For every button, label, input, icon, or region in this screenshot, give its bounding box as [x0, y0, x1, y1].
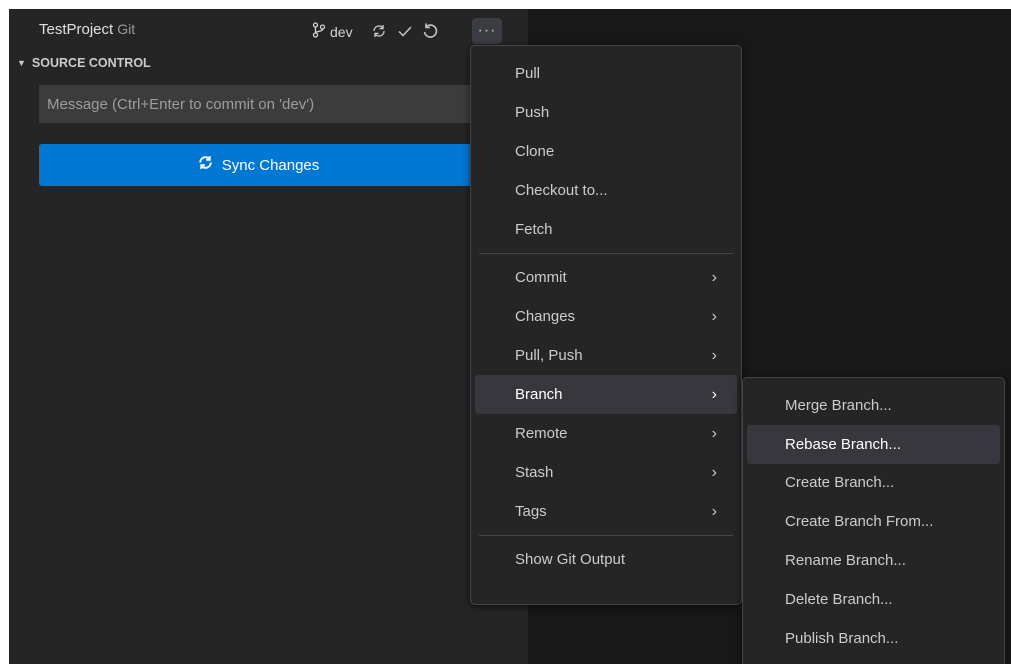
submenu-item-create-branch[interactable]: Create Branch... — [747, 464, 1000, 503]
submenu-item-create-branch-from[interactable]: Create Branch From... — [747, 502, 1000, 541]
menu-item-label: Publish Branch... — [785, 629, 899, 647]
menu-item-label: Create Branch From... — [785, 513, 934, 531]
section-header[interactable]: ▼ SOURCE CONTROL — [17, 56, 151, 70]
menu-item-changes[interactable]: Changes › — [475, 297, 737, 336]
branch-indicator[interactable]: dev — [312, 22, 353, 41]
menu-item-remote[interactable]: Remote › — [475, 414, 737, 453]
menu-item-pull-push[interactable]: Pull, Push › — [475, 336, 737, 375]
check-icon[interactable] — [394, 20, 416, 42]
menu-item-label: Changes — [515, 308, 576, 325]
git-actions-menu: Pull Push Clone Checkout to... Fetch Com… — [470, 45, 742, 605]
source-control-panel: TestProjectGit dev ··· ▼ SOURCE CONTROL — [9, 9, 528, 664]
chevron-right-icon: › — [711, 268, 717, 286]
menu-item-label: Branch — [515, 386, 563, 403]
branch-submenu: Merge Branch... Rebase Branch... Create … — [742, 377, 1005, 664]
menu-item-label: Pull, Push — [515, 347, 583, 364]
menu-item-commit[interactable]: Commit › — [475, 258, 737, 297]
sync-icon[interactable] — [368, 20, 390, 42]
menu-item-show-git-output[interactable]: Show Git Output — [475, 540, 737, 579]
menu-item-label: Remote — [515, 425, 568, 442]
menu-item-label: Clone — [515, 143, 555, 160]
menu-item-label: Stash — [515, 464, 554, 481]
chevron-right-icon: › — [711, 463, 717, 481]
submenu-item-delete-branch[interactable]: Delete Branch... — [747, 580, 1000, 619]
menu-item-label: Create Branch... — [785, 474, 895, 492]
menu-item-push[interactable]: Push — [475, 93, 737, 132]
menu-item-label: Merge Branch... — [785, 396, 892, 414]
more-actions-icon[interactable]: ··· — [472, 18, 502, 44]
chevron-right-icon: › — [711, 346, 717, 364]
menu-item-stash[interactable]: Stash › — [475, 453, 737, 492]
menu-separator — [479, 253, 733, 254]
menu-item-branch[interactable]: Branch › — [475, 375, 737, 414]
submenu-item-publish-branch[interactable]: Publish Branch... — [747, 619, 1000, 658]
submenu-item-rename-branch[interactable]: Rename Branch... — [747, 541, 1000, 580]
menu-item-label: Rename Branch... — [785, 552, 906, 570]
menu-item-label: Rebase Branch... — [785, 435, 901, 453]
menu-item-label: Checkout to... — [515, 182, 608, 199]
git-branch-icon — [312, 22, 326, 41]
chevron-right-icon: › — [711, 424, 717, 442]
menu-item-tags[interactable]: Tags › — [475, 492, 737, 531]
menu-item-pull[interactable]: Pull — [475, 54, 737, 93]
chevron-right-icon: › — [711, 385, 717, 403]
menu-item-label: Push — [515, 104, 550, 121]
workbench: TestProjectGit dev ··· ▼ SOURCE CONTROL — [9, 9, 1011, 664]
menu-item-fetch[interactable]: Fetch — [475, 210, 737, 249]
repo-title[interactable]: TestProject Git — [39, 21, 135, 38]
sync-changes-button[interactable]: Sync Changes — [39, 144, 477, 186]
submenu-item-rebase-branch[interactable]: Rebase Branch... — [747, 424, 1000, 464]
menu-item-clone[interactable]: Clone — [475, 132, 737, 171]
menu-item-label: Delete Branch... — [785, 590, 893, 608]
menu-item-checkout[interactable]: Checkout to... — [475, 171, 737, 210]
repo-provider: Git — [117, 21, 136, 37]
panel-titlebar: TestProject Git dev ··· — [9, 9, 528, 51]
menu-separator — [479, 535, 733, 536]
menu-item-label: Fetch — [515, 221, 553, 238]
repo-name: TestProject — [39, 21, 114, 38]
menu-item-label: Pull — [515, 65, 541, 82]
sync-changes-label: Sync Changes — [221, 156, 320, 174]
section-title: SOURCE CONTROL — [31, 56, 151, 70]
menu-item-label: Tags — [515, 503, 547, 520]
chevron-down-icon: ▼ — [17, 58, 26, 68]
commit-message-input[interactable] — [39, 85, 477, 123]
menu-item-label: Show Git Output — [515, 551, 626, 568]
branch-name: dev — [330, 23, 353, 40]
menu-item-label: Commit — [515, 269, 567, 286]
sync-icon — [197, 154, 214, 176]
undo-icon[interactable] — [419, 20, 441, 42]
chevron-right-icon: › — [711, 502, 717, 520]
submenu-item-merge-branch[interactable]: Merge Branch... — [747, 386, 1000, 425]
chevron-right-icon: › — [711, 307, 717, 325]
